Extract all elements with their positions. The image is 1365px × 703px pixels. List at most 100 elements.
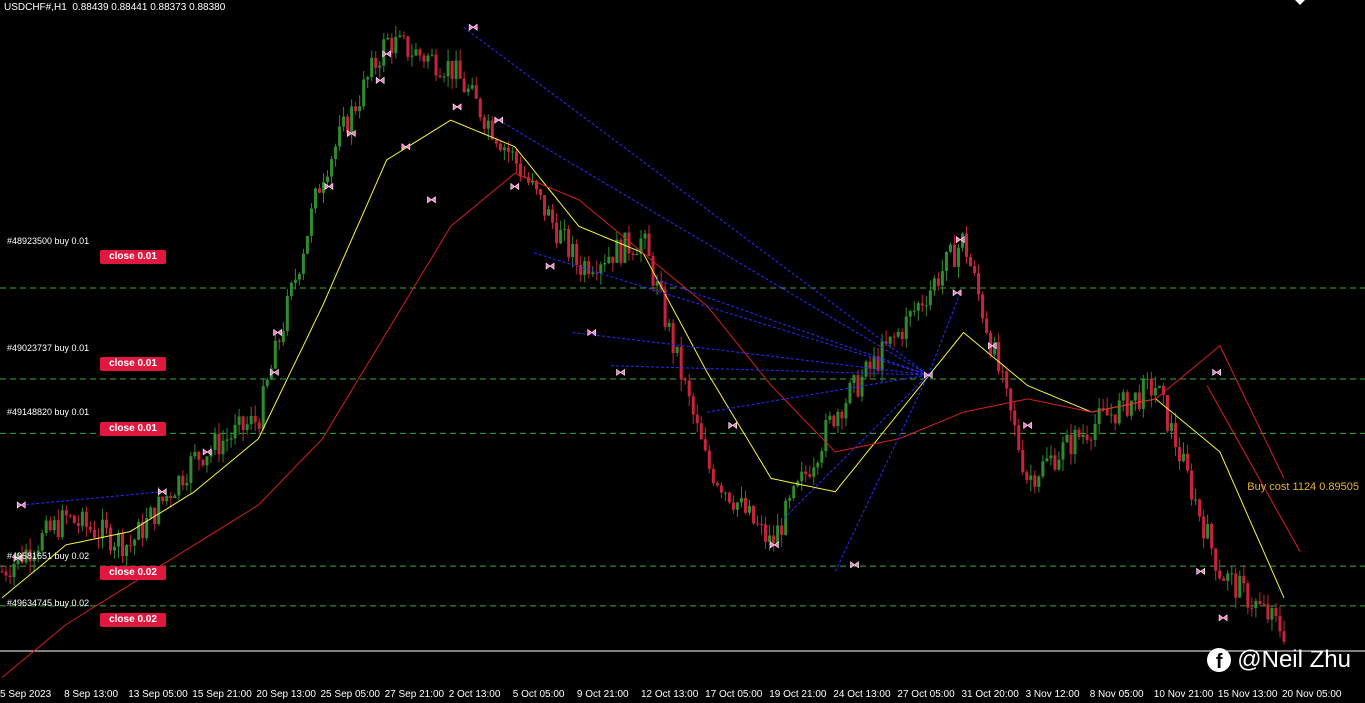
candle-body <box>410 55 414 57</box>
candle-body <box>237 416 241 425</box>
trade-marker <box>468 23 478 31</box>
candle-body <box>567 228 571 258</box>
candle-body <box>1258 601 1262 604</box>
candle-body <box>374 57 378 68</box>
candle-body <box>852 375 856 383</box>
candle-body <box>643 233 647 239</box>
candle-body <box>169 495 173 499</box>
candle-body <box>1202 516 1206 539</box>
candle-body <box>265 379 269 386</box>
candle-body <box>1001 371 1005 373</box>
candle-body <box>848 382 852 404</box>
candle-body <box>281 331 285 342</box>
candle-body <box>1141 379 1145 410</box>
watermark-text: @Neil Zhu <box>1237 646 1351 673</box>
candle-body <box>1081 434 1085 438</box>
candle-body <box>928 290 932 306</box>
trade-marker <box>850 561 859 569</box>
trade-marker <box>1218 614 1228 622</box>
candle-body <box>342 116 346 127</box>
x-tick-label: 3 Nov 12:00 <box>1025 689 1080 700</box>
candle-body <box>1069 434 1073 455</box>
candle-body <box>1157 385 1161 388</box>
trade-marker <box>952 289 962 297</box>
candle-body <box>1254 601 1258 609</box>
candle-body <box>896 331 900 337</box>
candle-body <box>856 375 860 397</box>
candle-body <box>201 459 205 466</box>
candle-body <box>450 61 454 79</box>
trade-marker <box>923 371 933 379</box>
candle-body <box>575 243 579 265</box>
candle-body <box>727 492 731 503</box>
candle-body <box>161 496 165 502</box>
candle-body <box>173 495 177 499</box>
candle-body <box>1270 607 1274 620</box>
x-tick-label: 27 Oct 05:00 <box>897 689 955 700</box>
candle-body <box>1186 453 1190 471</box>
candle-body <box>985 318 989 333</box>
candle-body <box>305 235 309 254</box>
trade-marker <box>270 368 279 376</box>
x-tick-label: 8 Nov 05:00 <box>1089 689 1144 700</box>
candle-body <box>518 163 522 177</box>
candle-body <box>1145 378 1149 380</box>
candle-body <box>1061 442 1065 460</box>
fast-ma-line <box>1 119 1285 599</box>
candle-body <box>402 35 406 37</box>
trade-marker <box>324 182 334 191</box>
candle-body <box>555 222 559 244</box>
candle-body <box>1182 453 1186 462</box>
candle-body <box>72 515 76 524</box>
candle-body <box>1085 434 1089 440</box>
candle-body <box>1109 414 1113 416</box>
candle-body <box>864 361 868 377</box>
candle-body <box>1230 573 1234 575</box>
x-tick-label: 20 Nov 05:00 <box>1282 689 1342 700</box>
candle-body <box>498 143 502 151</box>
candle-body <box>997 342 1001 372</box>
order-label: #49023737 buy 0.01 <box>7 343 90 353</box>
trade-link-line <box>707 374 929 413</box>
candle-body <box>731 502 735 510</box>
candle-body <box>655 281 659 286</box>
candle-body <box>603 263 607 265</box>
x-tick-label: 19 Oct 21:00 <box>769 689 827 700</box>
candle-body <box>366 77 370 80</box>
candle-body <box>840 411 844 419</box>
chevron-down-icon[interactable] <box>1295 0 1305 5</box>
candle-body <box>1005 371 1009 389</box>
buy-cost-label: Buy cost 1124 0.89505 <box>1247 481 1359 493</box>
candle-body <box>671 322 675 353</box>
candle-body <box>691 396 695 415</box>
close-order-button[interactable]: close 0.01 <box>100 250 166 264</box>
watermark: f @Neil Zhu <box>1207 644 1351 676</box>
x-tick-label: 10 Nov 21:00 <box>1153 689 1214 700</box>
candle-body <box>233 424 237 439</box>
candle-body <box>386 37 390 40</box>
close-order-button[interactable]: close 0.01 <box>100 357 166 371</box>
candle-body <box>193 451 197 457</box>
candle-body <box>764 524 768 543</box>
candle-body <box>185 482 189 486</box>
candle-body <box>615 239 619 263</box>
x-tick-label: 17 Oct 05:00 <box>705 689 763 700</box>
close-order-button[interactable]: close 0.02 <box>100 613 166 627</box>
candle-body <box>458 60 462 79</box>
candle-body <box>330 159 334 177</box>
close-order-button[interactable]: close 0.02 <box>100 566 166 580</box>
candle-body <box>137 521 141 540</box>
candle-body <box>189 456 193 483</box>
candle-body <box>973 266 977 273</box>
candle-body <box>715 483 719 486</box>
trade-link-line <box>927 292 961 376</box>
candle-body <box>635 253 639 255</box>
candle-body <box>1113 414 1117 424</box>
candle-body <box>350 106 354 134</box>
candle-body <box>1021 449 1025 473</box>
candle-body <box>539 189 543 196</box>
trade-marker <box>382 50 391 58</box>
price-chart[interactable] <box>0 0 1365 703</box>
x-tick-label: 31 Oct 20:00 <box>961 689 1019 700</box>
close-order-button[interactable]: close 0.01 <box>100 422 166 436</box>
